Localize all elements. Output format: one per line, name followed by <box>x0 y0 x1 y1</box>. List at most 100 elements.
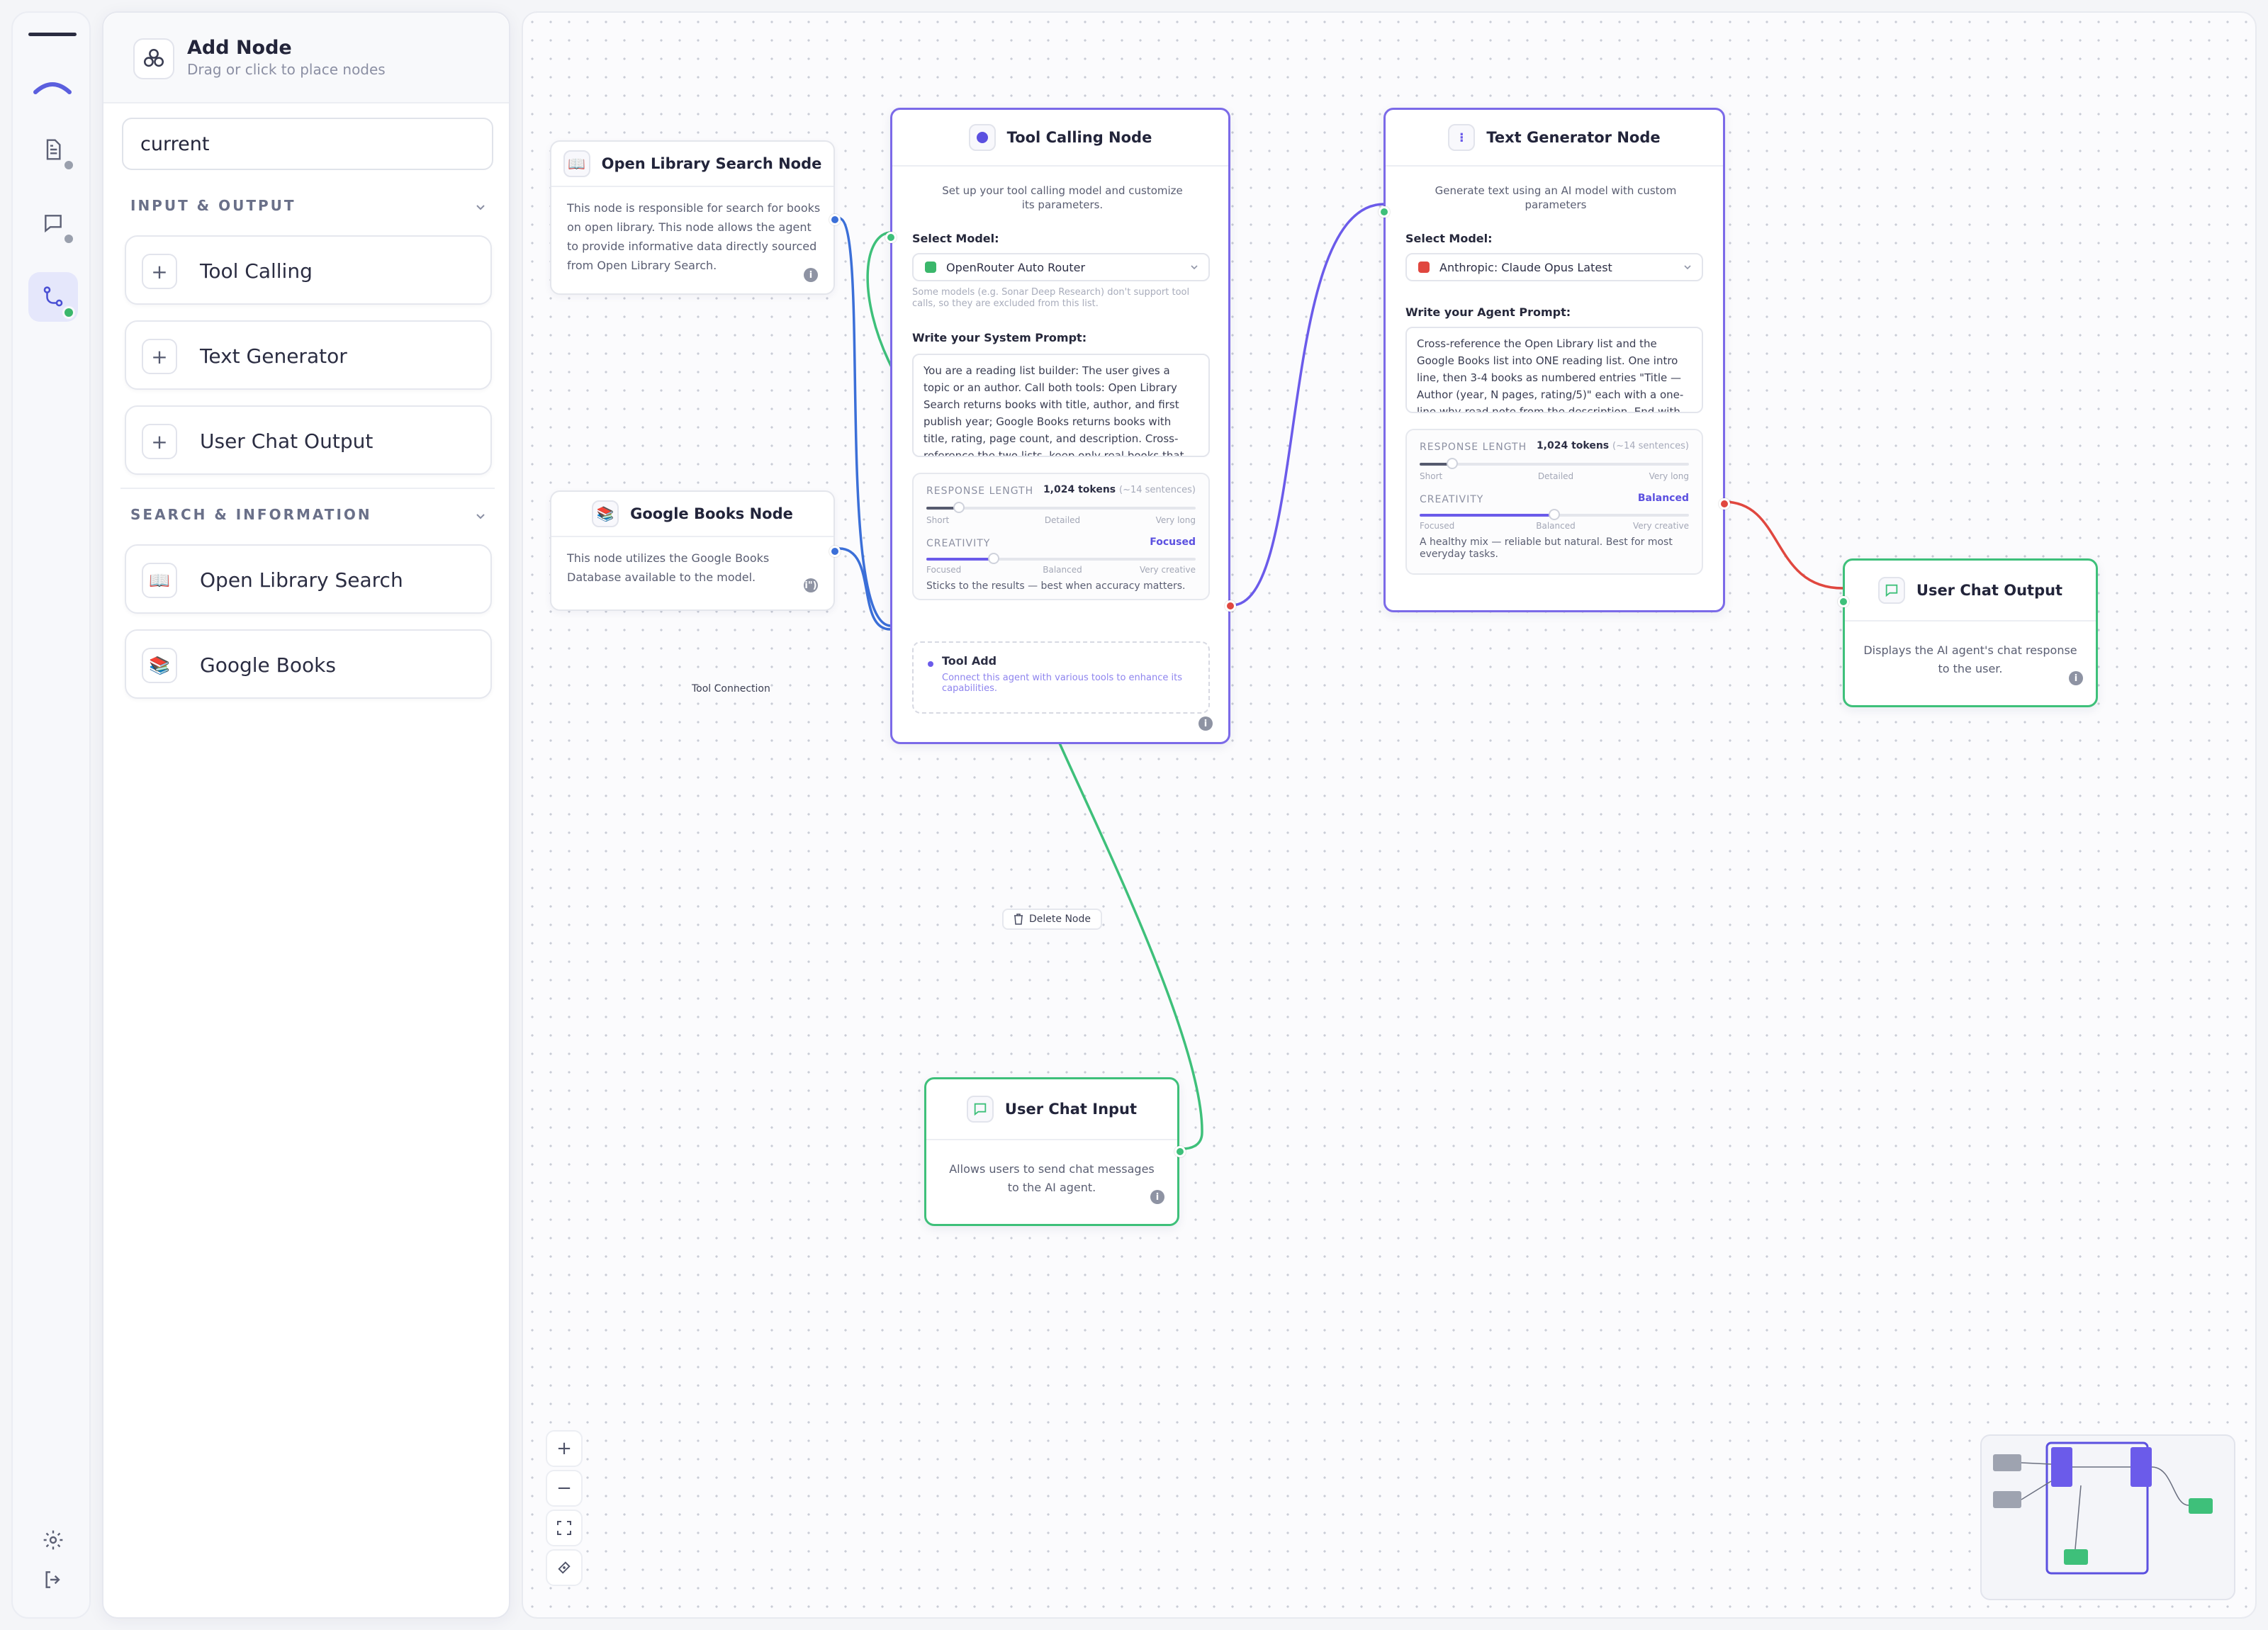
workflow-nav-button[interactable] <box>28 272 78 322</box>
info-icon[interactable]: i <box>1198 716 1213 731</box>
edge-text-generator-to-output[interactable] <box>1723 500 1843 590</box>
node-text-generator[interactable]: ⁝ Text Generator Node Generate text usin… <box>1379 108 1730 612</box>
tick-label: Very creative <box>1632 521 1689 531</box>
output-port[interactable] <box>1225 600 1236 612</box>
delete-node-button[interactable]: Delete Node <box>1002 909 1102 930</box>
node-tool-calling[interactable]: Tool Calling Node Set up your tool calli… <box>885 108 1236 744</box>
output-port[interactable] <box>829 546 841 557</box>
fit-view-icon <box>557 1521 571 1535</box>
edge-tool-to-text-generator[interactable] <box>1231 203 1385 607</box>
tick-label: Focused <box>926 565 962 575</box>
node-item-google-books[interactable]: 📚 Google Books <box>125 629 492 699</box>
model-note: Some models (e.g. Sonar Deep Research) d… <box>912 287 1190 309</box>
node-open-library-search[interactable]: 📖 Open Library Search Node This node is … <box>550 140 841 295</box>
input-port[interactable] <box>1379 206 1390 218</box>
minus-icon: − <box>556 1478 572 1499</box>
tick-label: Short <box>926 515 950 525</box>
creativity-label: CREATIVITY <box>926 538 991 549</box>
node-title: User Chat Input <box>1004 1101 1138 1118</box>
output-port[interactable] <box>829 214 841 225</box>
node-header: 📖 Open Library Search Node <box>551 142 833 187</box>
document-nav-button[interactable] <box>28 125 78 174</box>
section-title: INPUT & OUTPUT <box>130 197 296 214</box>
plus-icon: + <box>556 1438 572 1459</box>
system-prompt-label: Write your System Prompt: <box>912 331 1087 344</box>
model-color-swatch <box>1418 262 1430 273</box>
agent-prompt-textarea[interactable]: Cross-reference the Open Library list an… <box>1405 327 1703 413</box>
creativity-slider[interactable] <box>1420 509 1689 520</box>
response-length-slider[interactable] <box>926 502 1196 513</box>
nodes-cluster-icon <box>133 38 174 79</box>
chevron-down-icon <box>1684 265 1691 270</box>
section-input-output[interactable]: INPUT & OUTPUT <box>130 197 485 214</box>
creativity-value: Focused <box>1150 536 1196 548</box>
tick-label: Detailed <box>1537 471 1574 481</box>
node-item-tool-calling[interactable]: + Tool Calling <box>125 235 492 305</box>
plus-icon: + <box>142 254 177 289</box>
info-icon[interactable]: i <box>804 268 818 282</box>
node-item-text-generator[interactable]: + Text Generator <box>125 320 492 390</box>
minimap[interactable] <box>1980 1434 2235 1600</box>
node-title: Tool Calling Node <box>1006 129 1152 146</box>
input-port[interactable] <box>1838 596 1849 607</box>
tool-add-title: Tool Add <box>942 654 997 668</box>
panel-header: Add Node Drag or click to place nodes <box>103 13 509 103</box>
node-title: Text Generator Node <box>1486 129 1661 146</box>
output-port[interactable] <box>1719 498 1730 510</box>
node-item-open-library-search[interactable]: 📖 Open Library Search <box>125 544 492 614</box>
response-length-label: RESPONSE LENGTH <box>1420 442 1527 453</box>
chat-bubble-icon <box>966 1096 994 1123</box>
delete-node-label: Delete Node <box>1029 914 1091 925</box>
node-user-chat-output[interactable]: User Chat Output Displays the AI agent's… <box>1838 558 2098 707</box>
node-item-label: User Chat Output <box>200 429 374 453</box>
status-dot <box>62 232 75 245</box>
books-stack-icon: 📚 <box>142 648 177 683</box>
parameters-box: RESPONSE LENGTH 1,024 tokens (~14 senten… <box>912 473 1210 600</box>
input-port[interactable] <box>885 232 897 243</box>
chat-bubble-icon <box>1877 577 1905 604</box>
node-title: Google Books Node <box>630 505 793 522</box>
tick-label: Short <box>1420 471 1443 481</box>
workflow-branch-icon <box>43 286 63 307</box>
model-select-value: OpenRouter Auto Router <box>946 260 1086 274</box>
node-user-chat-input[interactable]: User Chat Input Allows users to send cha… <box>924 1077 1186 1226</box>
icon-rail <box>11 11 91 1619</box>
logout-button[interactable] <box>28 1555 78 1604</box>
section-search-information[interactable]: SEARCH & INFORMATION <box>130 506 485 523</box>
tool-connection-label: Tool Connection <box>692 683 770 695</box>
search-input[interactable] <box>122 118 493 170</box>
node-description: Generate text using an AI model with cus… <box>1435 184 1677 211</box>
tick-label: Balanced <box>1536 521 1576 531</box>
lock-button[interactable] <box>546 1549 583 1586</box>
response-length-slider[interactable] <box>1420 458 1689 469</box>
document-icon <box>46 139 61 160</box>
creativity-description: A healthy mix — reliable but natural. Be… <box>1420 536 1673 560</box>
system-prompt-textarea[interactable]: You are a reading list builder: The user… <box>912 354 1210 457</box>
response-length-label: RESPONSE LENGTH <box>926 485 1034 497</box>
model-select[interactable]: Anthropic: Claude Opus Latest <box>1405 253 1703 281</box>
fit-view-button[interactable] <box>546 1510 583 1546</box>
model-select-value: Anthropic: Claude Opus Latest <box>1439 260 1612 274</box>
edge-google-books-to-tool[interactable] <box>838 547 891 631</box>
edge-tool-self[interactable] <box>866 231 893 368</box>
info-icon[interactable]: i") <box>804 578 818 592</box>
model-select[interactable]: OpenRouter Auto Router <box>912 253 1210 281</box>
workflow-canvas[interactable]: 📖 Open Library Search Node This node is … <box>522 11 2257 1619</box>
chevron-down-icon <box>476 205 485 210</box>
output-port[interactable] <box>1174 1146 1186 1157</box>
node-item-user-chat-output[interactable]: + User Chat Output <box>125 405 492 475</box>
zoom-out-button[interactable]: − <box>546 1470 583 1507</box>
node-google-books[interactable]: 📚 Google Books Node This node utilizes t… <box>550 490 841 611</box>
tick-label: Very long <box>1649 471 1689 481</box>
info-icon[interactable]: i <box>2069 671 2083 685</box>
chat-nav-button[interactable] <box>28 198 78 248</box>
edge-open-library-to-tool[interactable] <box>838 217 891 627</box>
tick-label: Detailed <box>1044 515 1081 525</box>
chat-bubble-icon <box>45 215 62 233</box>
info-icon[interactable]: i <box>1150 1190 1164 1204</box>
tool-add-dropzone[interactable]: Tool Add Connect this agent with various… <box>912 641 1210 714</box>
zoom-in-button[interactable]: + <box>546 1430 583 1467</box>
creativity-value: Balanced <box>1637 493 1689 504</box>
node-title: Open Library Search Node <box>601 155 822 172</box>
creativity-slider[interactable] <box>926 553 1196 564</box>
